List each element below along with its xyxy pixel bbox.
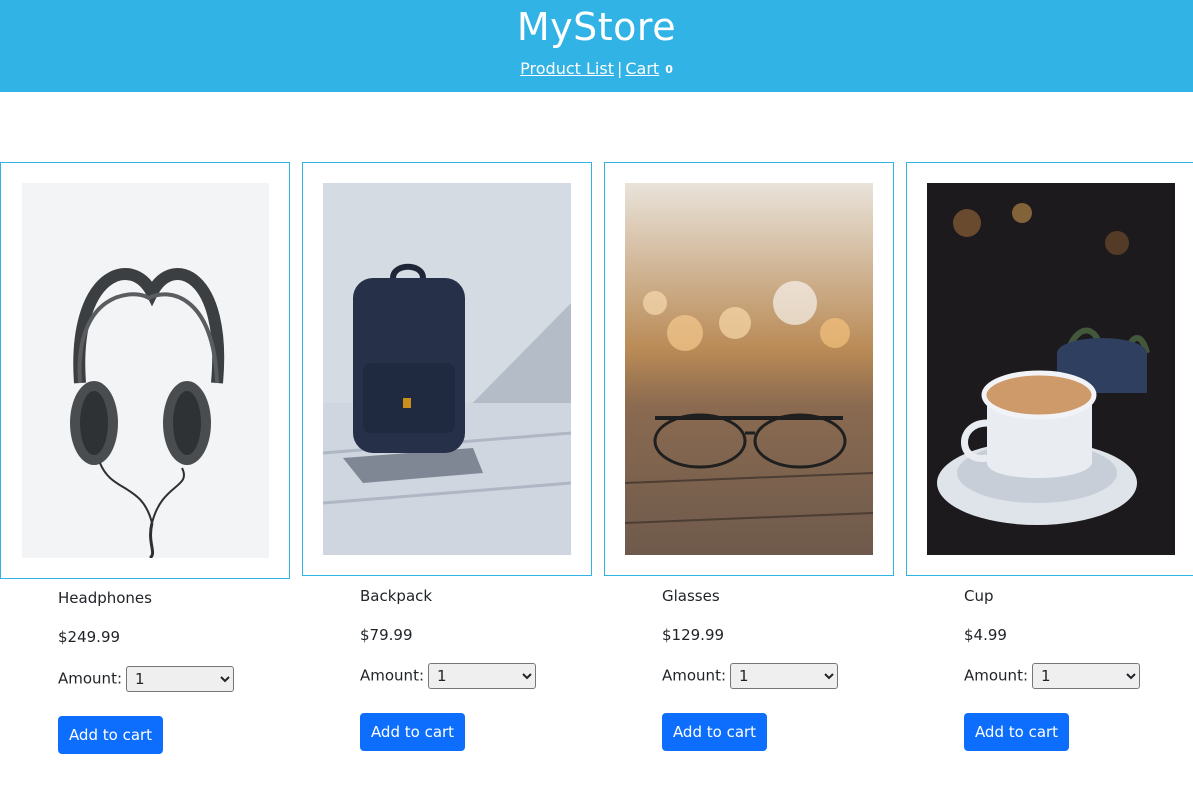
brand-title: MyStore	[516, 5, 677, 49]
amount-select[interactable]: 1	[428, 663, 536, 689]
product-name: Glasses	[662, 587, 720, 605]
main-nav: Product List | Cart 0	[0, 58, 1193, 81]
backpack-image[interactable]	[323, 183, 571, 555]
cart-link[interactable]: Cart	[625, 59, 659, 78]
product-price: $79.99	[360, 626, 413, 644]
add-to-cart-button[interactable]: Add to cart	[360, 713, 465, 751]
amount-label: Amount:	[360, 666, 424, 685]
amount-label: Amount:	[58, 669, 122, 688]
amount-field: Amount: 1	[360, 663, 536, 689]
cup-image[interactable]	[927, 183, 1175, 555]
product-name: Backpack	[360, 587, 433, 605]
amount-select[interactable]: 1	[126, 666, 234, 692]
product-list-link[interactable]: Product List	[520, 59, 614, 78]
glasses-image[interactable]	[625, 183, 873, 555]
cart-count-badge: 0	[665, 63, 673, 76]
amount-label: Amount:	[662, 666, 726, 685]
product-price: $4.99	[964, 626, 1007, 644]
product-name: Headphones	[58, 589, 152, 607]
amount-field: Amount: 1	[58, 666, 234, 692]
store-header: MyStore Product List | Cart 0	[0, 0, 1193, 92]
product-price: $129.99	[662, 626, 725, 644]
product-name: Cup	[964, 587, 994, 605]
amount-field: Amount: 1	[662, 663, 838, 689]
add-to-cart-button[interactable]: Add to cart	[58, 716, 163, 754]
amount-field: Amount: 1	[964, 663, 1140, 689]
amount-select[interactable]: 1	[730, 663, 838, 689]
add-to-cart-button[interactable]: Add to cart	[662, 713, 767, 751]
product-price: $249.99	[58, 628, 121, 646]
nav-separator: |	[616, 59, 623, 78]
add-to-cart-button[interactable]: Add to cart	[964, 713, 1069, 751]
amount-label: Amount:	[964, 666, 1028, 685]
headphones-image[interactable]	[22, 183, 269, 558]
amount-select[interactable]: 1	[1032, 663, 1140, 689]
